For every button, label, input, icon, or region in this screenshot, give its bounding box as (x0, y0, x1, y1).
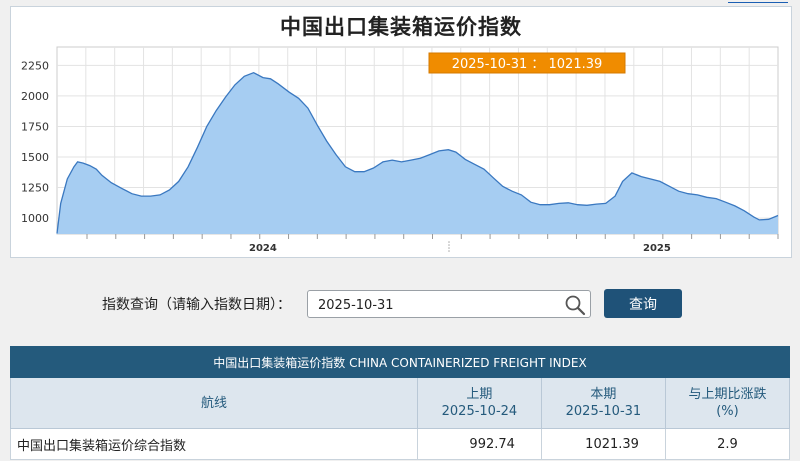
header-curr-date: 2025-10-31 (565, 404, 642, 419)
date-input[interactable] (316, 295, 560, 315)
table-row[interactable]: 中国出口集装箱运价综合指数 992.74 1021.39 2.9 (10, 428, 790, 460)
date-search-box (307, 290, 591, 318)
row-prev: 992.74 (416, 428, 542, 460)
scroller-handle (448, 241, 450, 243)
chart-panel: 1000 1250 1500 1750 2000 2250 2024 2025 2025-10-… (10, 6, 792, 258)
index-table: 中国出口集装箱运价指数 CHINA CONTAINERIZED FREIGHT … (10, 346, 790, 460)
y-tick-label: 1750 (21, 120, 49, 133)
chart-title: 中国出口集装箱运价指数 (280, 14, 522, 39)
header-change-unit: (%) (716, 404, 739, 419)
y-tick-label: 2000 (21, 90, 49, 103)
header-change-label: 与上期比涨跌 (688, 387, 767, 402)
scroller-handle (448, 247, 450, 249)
query-label: 指数查询（请输入指数日期）： (102, 297, 291, 313)
scroller-handle (448, 244, 450, 246)
header-curr-label: 本期 (590, 387, 617, 402)
row-change: 2.9 (664, 428, 790, 460)
x-tick-label: 2024 (249, 243, 277, 254)
header-prev: 上期 2025-10-24 (416, 377, 542, 429)
table-caption: 中国出口集装箱运价指数 CHINA CONTAINERIZED FREIGHT … (10, 346, 790, 378)
query-button[interactable]: 查询 (604, 289, 682, 318)
index-table-wrap: 中国出口集装箱运价指数 CHINA CONTAINERIZED FREIGHT … (10, 346, 790, 461)
y-tick-label: 1000 (21, 212, 49, 225)
scroller-handle (448, 250, 450, 252)
index-chart: 1000 1250 1500 1750 2000 2250 2024 2025 2025-10-… (21, 46, 779, 254)
header-prev-date: 2025-10-24 (441, 404, 518, 419)
header-change: 与上期比涨跌 (%) (664, 377, 790, 429)
value-tooltip-text: 2025-10-31 ： 1021.39 (452, 57, 603, 72)
row-curr: 1021.39 (540, 428, 666, 460)
search-icon[interactable] (564, 294, 586, 316)
top-link[interactable] (728, 0, 788, 3)
y-tick-label: 1250 (21, 182, 49, 195)
x-tick-label: 2025 (643, 243, 671, 254)
row-route[interactable]: 中国出口集装箱运价综合指数 (10, 428, 418, 460)
y-tick-label: 2250 (21, 59, 49, 72)
header-route: 航线 (10, 377, 418, 429)
header-prev-label: 上期 (466, 387, 493, 402)
header-curr: 本期 2025-10-31 (540, 377, 666, 429)
y-tick-label: 1500 (21, 151, 49, 164)
